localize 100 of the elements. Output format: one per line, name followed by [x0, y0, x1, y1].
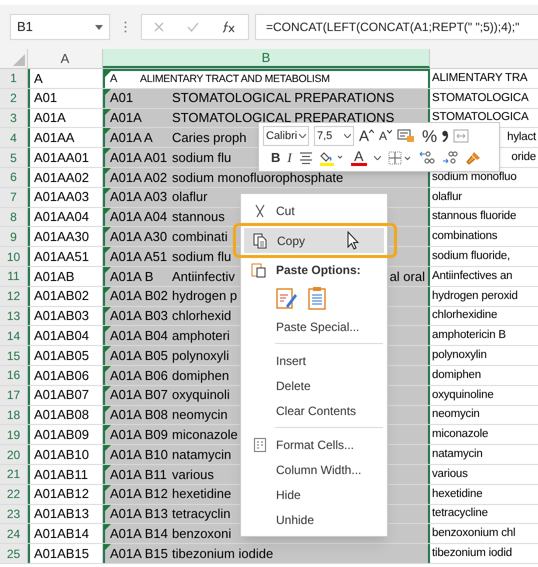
error-indicator-icon	[105, 286, 111, 293]
name-box[interactable]: B1	[10, 14, 110, 40]
error-indicator-icon	[105, 247, 111, 254]
table-cell-text: sodium fluoride,	[431, 248, 511, 264]
merge-cells-icon[interactable]	[453, 129, 470, 143]
increase-decimal-icon[interactable]	[442, 151, 458, 165]
row-number[interactable]: 10	[0, 247, 28, 266]
table-cell-text: hylact	[506, 130, 538, 146]
drag-handle-icon[interactable]	[124, 21, 127, 33]
table-cell-text: sodium monofluo	[431, 170, 518, 185]
table-cell-text: combinations	[431, 229, 498, 244]
row-number[interactable]: 18	[0, 406, 28, 424]
row-number[interactable]: 25	[0, 544, 28, 563]
error-indicator-icon	[105, 208, 111, 214]
error-indicator-icon	[105, 326, 111, 332]
table-cell-text: oride	[510, 150, 537, 165]
table-cell-text: oxyquinoline	[431, 388, 495, 403]
error-indicator-icon	[105, 464, 111, 471]
error-indicator-icon	[105, 128, 111, 134]
paste-icon	[251, 262, 266, 278]
copy-icon	[253, 232, 268, 248]
shrink-font-button[interactable]: A	[379, 130, 392, 142]
scissors-icon	[254, 204, 266, 218]
fill-color-icon[interactable]	[320, 150, 344, 166]
table-cell-text: benzoxonium chl	[431, 526, 516, 542]
format-cells-icon	[254, 438, 266, 452]
table-cell-text: ALIMENTARY TRA	[431, 70, 528, 86]
row-number[interactable]: 23	[0, 504, 28, 524]
table-cell-text: chlorhexidine	[431, 308, 498, 324]
table-cell: A01A B15 tibezonium iodide	[103, 544, 430, 563]
table-cell: A01 STOMATOLOGICAL PREPARATIONS	[103, 88, 430, 108]
row-number[interactable]: 19	[0, 425, 28, 444]
row-number[interactable]: 3	[0, 108, 28, 128]
table-cell: A ALIMENTARY TRACT AND METABOLISM	[103, 69, 430, 88]
borders-icon[interactable]	[388, 151, 412, 165]
menu-item[interactable]: Hide	[243, 482, 385, 507]
font-size-box[interactable]: 7,5	[314, 126, 354, 146]
table-cell-text: STOMATOLOGICA	[431, 90, 530, 106]
table-cell-text: tetracycline	[431, 506, 489, 522]
row-number[interactable]: 1	[0, 69, 28, 88]
column-header[interactable]: B	[103, 49, 430, 68]
table-cell-text: domiphen	[431, 368, 482, 383]
table-cell-text: stannous fluoride	[431, 209, 518, 224]
row-number[interactable]: 14	[0, 326, 28, 346]
format-painter-icon[interactable]	[464, 151, 481, 165]
bold-button[interactable]: B	[271, 148, 280, 168]
formula-field[interactable]: =CONCAT(LEFT(CONCAT(A1;REPT(" ";5));4);"	[255, 14, 538, 40]
row-number[interactable]: 5	[0, 148, 28, 167]
font-name-box[interactable]: Calibri	[263, 126, 309, 146]
table-cell-text: olaflur	[431, 190, 463, 205]
error-indicator-icon	[105, 366, 111, 372]
grow-font-button[interactable]: A	[359, 128, 374, 144]
row-number[interactable]: 12	[0, 286, 28, 306]
align-center-icon[interactable]	[298, 152, 313, 164]
error-indicator-icon	[105, 504, 111, 511]
row-number[interactable]: 17	[0, 386, 28, 405]
row-number[interactable]: 15	[0, 346, 28, 365]
error-indicator-icon	[105, 544, 111, 550]
paste-values-icon[interactable]	[308, 286, 326, 310]
row-number[interactable]: 13	[0, 306, 28, 326]
row-number[interactable]: 7	[0, 188, 28, 207]
table-cell-text: polynoxylin	[431, 348, 488, 363]
table-cell-text: miconazole	[431, 427, 490, 442]
error-indicator-icon	[105, 71, 111, 77]
error-indicator-icon	[105, 484, 111, 491]
check-icon[interactable]	[186, 22, 199, 32]
comma-style-icon[interactable]	[442, 130, 448, 142]
error-indicator-icon	[105, 306, 111, 313]
row-number[interactable]: 11	[0, 266, 28, 286]
error-indicator-icon	[105, 425, 111, 432]
row-number[interactable]: 9	[0, 227, 28, 246]
error-indicator-icon	[105, 445, 111, 452]
error-indicator-icon	[105, 266, 111, 273]
row-number[interactable]: 22	[0, 484, 28, 504]
error-indicator-icon	[105, 406, 111, 412]
menu-item[interactable]: Copy	[244, 228, 384, 253]
caret-down-icon	[387, 130, 392, 134]
error-indicator-icon	[105, 148, 111, 154]
row-number[interactable]: 20	[0, 445, 28, 464]
decrease-decimal-icon[interactable]	[418, 151, 435, 165]
error-indicator-icon	[105, 168, 111, 174]
row-number[interactable]: 16	[0, 366, 28, 385]
paste-formatting-icon[interactable]	[276, 286, 298, 310]
table-cell-text: neomycin	[431, 407, 481, 422]
dropdown-caret-icon[interactable]	[374, 156, 381, 160]
font-color-button[interactable]: A	[350, 150, 367, 166]
function-icon[interactable]	[222, 21, 236, 33]
mouse-pointer-icon	[347, 231, 359, 250]
caret-up-icon	[369, 128, 374, 132]
row-number[interactable]: 6	[0, 168, 28, 187]
row-number[interactable]: 2	[0, 88, 28, 108]
table-cell-text: Antiinfectives an	[431, 268, 514, 284]
row-number[interactable]: 4	[0, 128, 28, 148]
row-number[interactable]: 8	[0, 208, 28, 226]
italic-button[interactable]: I	[287, 148, 292, 168]
error-indicator-icon	[105, 227, 111, 234]
dropdown-caret-icon	[95, 24, 103, 30]
error-indicator-icon	[105, 524, 111, 530]
row-number[interactable]: 24	[0, 524, 28, 544]
row-number[interactable]: 21	[0, 464, 28, 484]
